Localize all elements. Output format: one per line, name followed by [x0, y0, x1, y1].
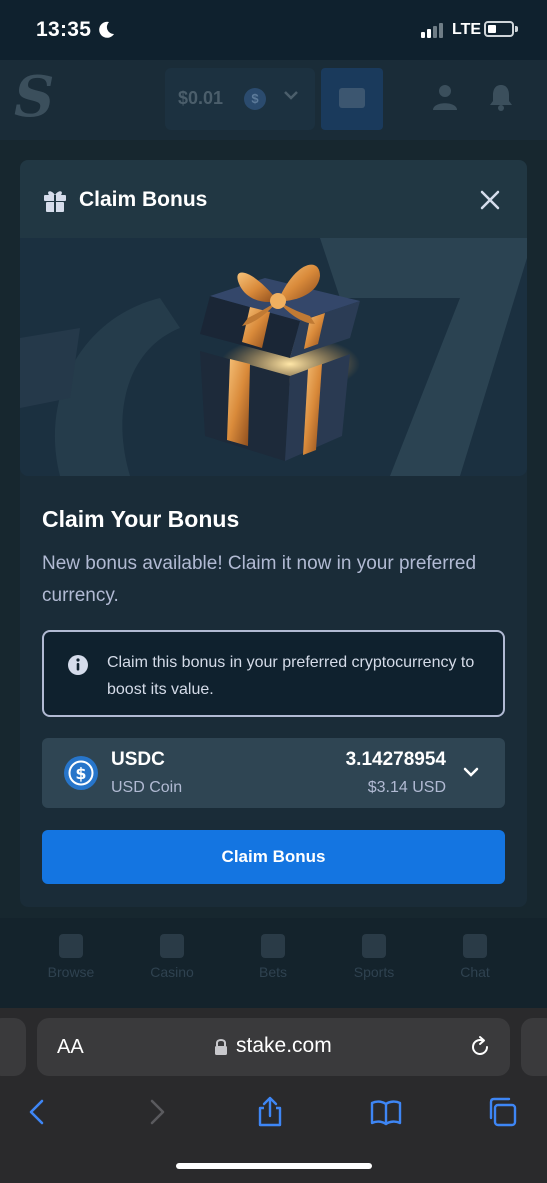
bonus-heading: Claim Your Bonus — [42, 506, 240, 532]
claim-bonus-button[interactable]: Claim Bonus — [42, 830, 505, 884]
modal-title: Claim Bonus — [79, 188, 208, 211]
address-bar[interactable]: AA stake.com — [37, 1018, 510, 1076]
nav-item-chat[interactable]: Chat — [435, 934, 515, 980]
wallet-icon — [339, 88, 365, 108]
text-size-button[interactable]: AA — [57, 1036, 84, 1059]
lock-icon — [215, 1039, 227, 1055]
browser-toolbar: AA stake.com — [0, 1008, 547, 1183]
tabs-icon[interactable] — [486, 1096, 518, 1128]
previous-tab[interactable] — [0, 1018, 26, 1076]
bonus-description: New bonus available! Claim it now in you… — [42, 553, 477, 606]
battery-icon — [484, 21, 514, 37]
stake-logo[interactable]: S — [14, 64, 54, 130]
network-label: LTE — [452, 21, 482, 38]
nav-item-casino[interactable]: Casino — [132, 934, 212, 980]
gift-icon — [44, 191, 66, 212]
gift-box-illustration — [200, 264, 360, 461]
info-text: Claim this bonus in your preferred crypt… — [107, 654, 475, 698]
chevron-down-icon — [284, 91, 298, 100]
claim-bonus-modal: Claim Bonus Claim Your Bonus New bonus a… — [20, 160, 527, 907]
currency-code: USDC — [111, 749, 165, 770]
nav-item-browse[interactable]: Browse — [31, 934, 111, 980]
info-icon — [68, 655, 88, 675]
bell-icon[interactable] — [486, 82, 516, 112]
back-icon[interactable] — [22, 1096, 54, 1128]
status-bar: 13:35 LTE — [0, 0, 547, 60]
info-notice: Claim this bonus in your preferred crypt… — [42, 630, 505, 717]
balance-amount: $0.01 — [178, 88, 224, 108]
home-indicator — [176, 1163, 372, 1169]
signal-icon — [421, 22, 443, 38]
bookmarks-icon[interactable] — [370, 1096, 402, 1128]
close-icon[interactable] — [476, 186, 504, 214]
usdc-icon: $ — [64, 756, 98, 790]
app-header: S $0.01 $ — [0, 60, 547, 140]
user-icon[interactable] — [430, 82, 460, 112]
next-tab[interactable] — [521, 1018, 547, 1076]
moon-icon — [99, 21, 114, 38]
chevron-down-icon[interactable] — [462, 763, 480, 781]
bonus-fiat-value: $3.14 USD — [367, 779, 446, 796]
reload-icon[interactable] — [468, 1035, 492, 1059]
modal-header: Claim Bonus — [20, 160, 527, 238]
bonus-banner — [20, 238, 527, 476]
nav-item-sports[interactable]: Sports — [334, 934, 414, 980]
nav-item-bets[interactable]: Bets — [233, 934, 313, 980]
currency-name: USD Coin — [111, 779, 183, 796]
share-icon[interactable] — [254, 1096, 286, 1128]
coin-icon: $ — [244, 88, 266, 110]
status-time: 13:35 — [36, 18, 92, 41]
battery-nub — [515, 26, 518, 32]
currency-selector[interactable]: $ USDC USD Coin 3.14278954 $3.14 USD — [42, 738, 505, 808]
url-text: stake.com — [236, 1034, 332, 1057]
wallet-button[interactable] — [321, 68, 383, 130]
bottom-nav: Browse Casino Bets Sports Chat — [0, 918, 547, 1008]
forward-icon[interactable] — [140, 1096, 172, 1128]
bonus-amount: 3.14278954 — [345, 749, 446, 770]
svg-text:$: $ — [75, 764, 86, 783]
